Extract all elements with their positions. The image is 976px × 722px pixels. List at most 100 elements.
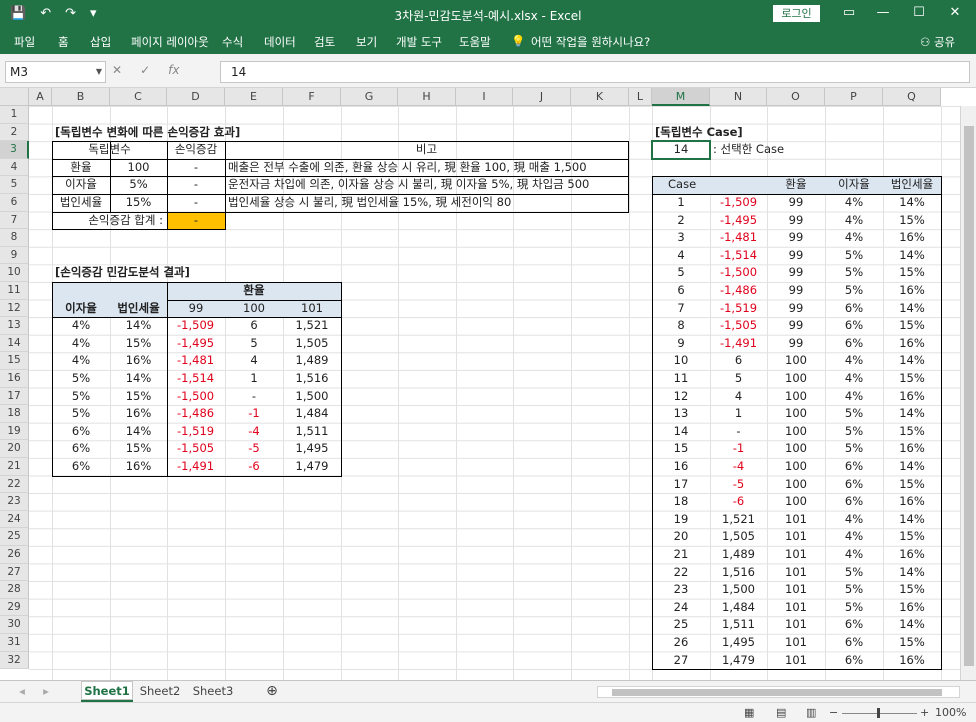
- row-header-24[interactable]: 24: [0, 510, 29, 529]
- zoom-level[interactable]: 100%: [935, 706, 966, 719]
- total-value[interactable]: -: [167, 211, 225, 230]
- sensitivity-title[interactable]: [손익증감 민감도분석 결과]: [52, 264, 341, 282]
- case-cell[interactable]: 14: [652, 423, 710, 441]
- case-cell[interactable]: 14%: [883, 458, 941, 476]
- row-header-8[interactable]: 8: [0, 229, 29, 247]
- sens-interest[interactable]: 4%: [52, 317, 110, 335]
- tab-file[interactable]: 파일: [14, 34, 35, 50]
- scroll-right-icon[interactable]: ▸: [36, 681, 56, 702]
- sens-result[interactable]: 1,505: [283, 335, 341, 353]
- chevron-down-icon[interactable]: ▼: [96, 62, 102, 82]
- row-header-29[interactable]: 29: [0, 598, 29, 617]
- sens-tax[interactable]: 14%: [110, 317, 167, 335]
- row-header-18[interactable]: 18: [0, 405, 29, 423]
- row-header-19[interactable]: 19: [0, 422, 29, 441]
- sens-tax[interactable]: 14%: [110, 423, 167, 441]
- tab-help[interactable]: 도움말: [459, 34, 491, 50]
- sens-result[interactable]: 1,495: [283, 440, 341, 458]
- row-header-21[interactable]: 21: [0, 458, 29, 476]
- case-cell[interactable]: -1,505: [710, 317, 767, 335]
- case-cell[interactable]: 18: [652, 493, 710, 511]
- case-cell[interactable]: 1,484: [710, 599, 767, 617]
- share-button[interactable]: ⚇ 공유: [920, 34, 955, 50]
- var-remark[interactable]: 운전자금 차입에 의존, 이자율 상승 시 불리, 現 이자율 5%, 現 차입…: [225, 176, 626, 194]
- new-sheet-icon[interactable]: ⊕: [262, 681, 282, 702]
- var-value[interactable]: 15%: [110, 194, 167, 212]
- sens-interest[interactable]: 5%: [52, 405, 110, 423]
- case-cell[interactable]: 5%: [825, 282, 883, 300]
- row-header-4[interactable]: 4: [0, 158, 29, 177]
- sens-result[interactable]: 1,500: [283, 388, 341, 406]
- case-cell[interactable]: 6%: [825, 652, 883, 670]
- case-cell[interactable]: 4%: [825, 370, 883, 388]
- case-cell[interactable]: 99: [767, 264, 825, 282]
- sens-tax[interactable]: 16%: [110, 352, 167, 370]
- case-cell[interactable]: 16%: [883, 335, 941, 353]
- header-interest-rate[interactable]: 이자율: [52, 300, 110, 318]
- case-cell[interactable]: 15%: [883, 317, 941, 335]
- case-cell[interactable]: 99: [767, 317, 825, 335]
- sens-result[interactable]: -: [225, 388, 283, 406]
- case-cell[interactable]: 1,516: [710, 564, 767, 582]
- column-header-e[interactable]: E: [225, 88, 283, 106]
- column-header-j[interactable]: J: [513, 88, 571, 106]
- horizontal-scrollbar[interactable]: [597, 686, 960, 698]
- case-cell[interactable]: 100: [767, 370, 825, 388]
- var-effect[interactable]: -: [167, 159, 225, 177]
- case-cell[interactable]: -5: [710, 476, 767, 494]
- case-cell[interactable]: 16%: [883, 388, 941, 406]
- case-cell[interactable]: 101: [767, 652, 825, 670]
- normal-view-icon[interactable]: ▦: [744, 706, 754, 719]
- case-cell[interactable]: 5%: [825, 581, 883, 599]
- case-cell[interactable]: 4%: [825, 511, 883, 529]
- case-cell[interactable]: 16%: [883, 652, 941, 670]
- sens-result[interactable]: -1,519: [167, 423, 225, 441]
- case-cell[interactable]: 101: [767, 581, 825, 599]
- sens-result[interactable]: -1: [225, 405, 283, 423]
- row-header-32[interactable]: 32: [0, 651, 29, 670]
- case-cell[interactable]: -1,486: [710, 282, 767, 300]
- fx-group-header[interactable]: 환율: [167, 282, 341, 300]
- case-cell[interactable]: 15%: [883, 528, 941, 546]
- row-header-31[interactable]: 31: [0, 634, 29, 652]
- column-header-k[interactable]: K: [571, 88, 629, 106]
- sens-result[interactable]: 1,489: [283, 352, 341, 370]
- sens-tax[interactable]: 15%: [110, 388, 167, 406]
- case-cell[interactable]: 25: [652, 616, 710, 634]
- sens-result[interactable]: -1,514: [167, 370, 225, 388]
- sens-tax[interactable]: 14%: [110, 370, 167, 388]
- sens-result[interactable]: 1,484: [283, 405, 341, 423]
- case-cell[interactable]: 14%: [883, 511, 941, 529]
- case-cell[interactable]: 4%: [825, 212, 883, 230]
- row-header-7[interactable]: 7: [0, 211, 29, 230]
- sens-result[interactable]: -4: [225, 423, 283, 441]
- sens-interest[interactable]: 4%: [52, 335, 110, 353]
- case-cell[interactable]: -1,514: [710, 247, 767, 265]
- case-cell[interactable]: 15%: [883, 370, 941, 388]
- zoom-slider-thumb[interactable]: [877, 708, 880, 718]
- sens-result[interactable]: -1,486: [167, 405, 225, 423]
- case-cell[interactable]: 14%: [883, 352, 941, 370]
- case-cell[interactable]: 23: [652, 581, 710, 599]
- case-cell[interactable]: 7: [652, 300, 710, 318]
- active-cell-m3[interactable]: [651, 140, 711, 160]
- case-cell[interactable]: 6%: [825, 458, 883, 476]
- header-tax-rate[interactable]: 법인세율: [110, 300, 167, 318]
- sens-result[interactable]: 1,521: [283, 317, 341, 335]
- selected-case-note[interactable]: : 선택한 Case: [710, 141, 883, 159]
- sens-interest[interactable]: 5%: [52, 388, 110, 406]
- sheet-tab-3[interactable]: Sheet3: [188, 681, 238, 702]
- case-cell[interactable]: 16%: [883, 229, 941, 247]
- sens-interest[interactable]: 5%: [52, 370, 110, 388]
- fx-value-header[interactable]: 100: [225, 300, 283, 318]
- row-header-12[interactable]: 12: [0, 299, 29, 318]
- case-cell[interactable]: 14%: [883, 564, 941, 582]
- column-header-q[interactable]: Q: [883, 88, 941, 106]
- case-cell[interactable]: 1: [652, 194, 710, 212]
- zoom-in-icon[interactable]: +: [920, 706, 929, 719]
- case-cell[interactable]: 15%: [883, 476, 941, 494]
- case-cell[interactable]: 1,500: [710, 581, 767, 599]
- case-cell[interactable]: 5%: [825, 405, 883, 423]
- row-header-15[interactable]: 15: [0, 352, 29, 370]
- ribbon-display-icon[interactable]: ▭: [838, 4, 860, 22]
